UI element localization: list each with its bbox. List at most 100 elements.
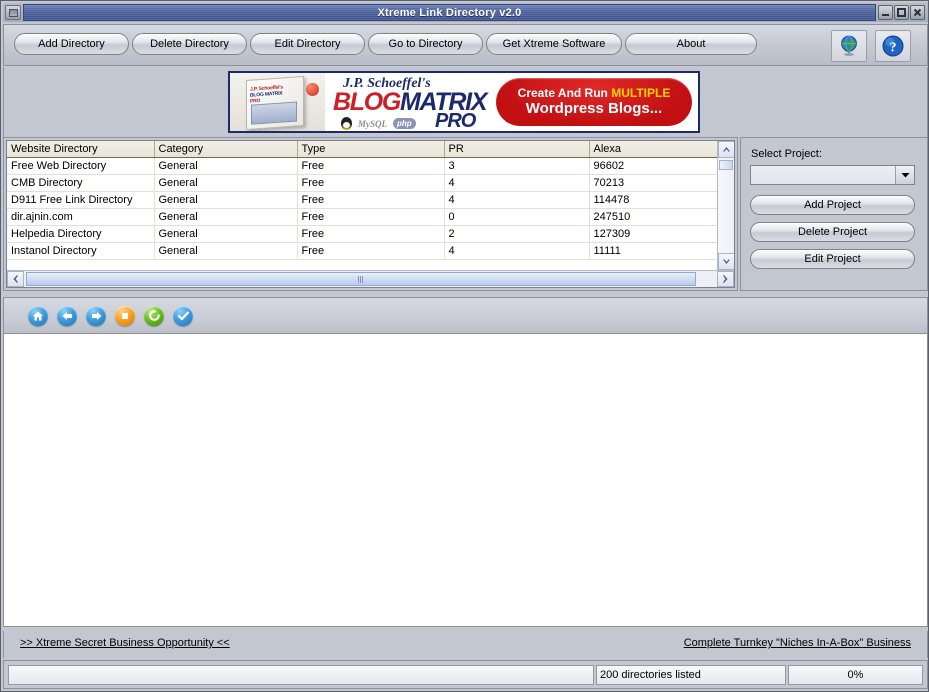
table-cell: D911 Free Link Directory — [7, 191, 155, 209]
banner-cta-line2: Wordpress Blogs... — [525, 100, 663, 117]
scroll-right-button[interactable] — [717, 271, 734, 287]
forward-icon — [91, 311, 101, 320]
table-cell: 11111 — [589, 242, 720, 260]
table-cell: Free — [297, 242, 445, 260]
scroll-up-button[interactable] — [718, 141, 734, 158]
maximize-icon — [897, 8, 906, 17]
column-header-1[interactable]: Category — [154, 141, 298, 158]
refresh-button[interactable] — [144, 305, 164, 326]
get-xtreme-software-button[interactable]: Get Xtreme Software — [486, 33, 622, 55]
banner-cta-line1: Create And Run MULTIPLE — [518, 86, 671, 100]
project-select-value — [751, 166, 895, 184]
table-cell: 114478 — [589, 191, 720, 209]
project-panel: Select Project: Add Project Delete Proje… — [740, 137, 928, 291]
system-menu-button[interactable] — [5, 5, 21, 20]
edit-project-button[interactable]: Edit Project — [750, 249, 915, 269]
table-cell: 0 — [444, 208, 590, 226]
add-directory-button[interactable]: Add Directory — [14, 33, 129, 55]
column-header-2[interactable]: Type — [297, 141, 445, 158]
project-select[interactable] — [750, 165, 915, 185]
directory-table-panel: Website Directory Category Type PR Alexa Fre… — [3, 137, 738, 291]
scroll-thumb-grip — [358, 275, 364, 283]
banner-cta-line1-text: Create And Run — [517, 86, 612, 100]
table-cell: General — [154, 225, 298, 243]
banner-brand-blog: BLOG — [333, 88, 401, 116]
minimize-icon — [882, 14, 889, 16]
table-cell: General — [154, 174, 298, 192]
table-row[interactable]: D911 Free Link Directory General Free 4 1144… — [7, 191, 720, 209]
vertical-scroll-thumb[interactable] — [719, 160, 733, 170]
back-button[interactable] — [57, 305, 77, 326]
advertisement-banner[interactable]: J.P. Schoeffel's BLOG MATRIX PRO J.P. Sc… — [228, 71, 700, 133]
table-cell: 4 — [444, 242, 590, 260]
close-button[interactable] — [910, 5, 925, 20]
table-cell: dir.ajnin.com — [7, 208, 155, 226]
table-row[interactable]: Free Web Directory General Free 3 96602 — [7, 157, 720, 175]
table-cell: General — [154, 191, 298, 209]
status-progress: 0% — [788, 664, 923, 685]
go-to-directory-button[interactable]: Go to Directory — [368, 33, 483, 55]
home-icon — [33, 311, 43, 320]
column-header-0[interactable]: Website Directory — [7, 141, 155, 158]
chevron-up-icon — [723, 147, 730, 152]
browser-content-area[interactable] — [4, 334, 927, 626]
table-body: Free Web Directory General Free 3 96602 CMB D… — [7, 157, 720, 260]
table-cell: General — [154, 208, 298, 226]
chevron-down-icon — [723, 259, 730, 264]
xtreme-opportunity-link[interactable]: >> Xtreme Secret Business Opportunity << — [20, 637, 230, 649]
select-project-label: Select Project: — [751, 148, 822, 160]
add-project-button[interactable]: Add Project — [750, 195, 915, 215]
status-bar: 200 directories listed 0% — [3, 660, 928, 689]
window-controls — [878, 5, 925, 20]
table-cell: General — [154, 242, 298, 260]
refresh-icon — [148, 309, 160, 321]
banner-cta-pill: Create And Run MULTIPLE Wordpress Blogs.… — [496, 78, 692, 126]
close-icon — [913, 8, 922, 17]
product-box-badge — [306, 83, 319, 96]
table-cell: Free — [297, 191, 445, 209]
window-title: Xtreme Link Directory v2.0 — [377, 6, 522, 19]
banner-cta-highlight: MULTIPLE — [611, 86, 671, 100]
scroll-down-button[interactable] — [718, 253, 734, 270]
edit-directory-button[interactable]: Edit Directory — [250, 33, 365, 55]
check-icon — [177, 310, 189, 320]
maximize-button[interactable] — [894, 5, 909, 20]
minimize-button[interactable] — [878, 5, 893, 20]
column-header-4[interactable]: Alexa — [589, 141, 720, 158]
application-window: Xtreme Link Directory v2.0 Add Directory… — [0, 0, 929, 692]
globe-button[interactable] — [831, 30, 867, 62]
table-cell: Helpedia Directory — [7, 225, 155, 243]
grid-body-wrapper: Website Directory Category Type PR Alexa Fre… — [7, 141, 734, 270]
title-strip: Xtreme Link Directory v2.0 — [23, 4, 876, 21]
delete-directory-button[interactable]: Delete Directory — [132, 33, 247, 55]
table-cell: 4 — [444, 174, 590, 192]
main-toolbar: Add Directory Delete Directory Edit Dire… — [3, 24, 928, 66]
banner-area: J.P. Schoeffel's BLOG MATRIX PRO J.P. Sc… — [3, 67, 928, 137]
table-cell: Free — [297, 225, 445, 243]
about-button[interactable]: About — [625, 33, 757, 55]
table-header-row: Website Directory Category Type PR Alexa — [7, 141, 720, 158]
niches-in-a-box-link[interactable]: Complete Turnkey "Niches In-A-Box" Busin… — [684, 637, 911, 649]
table-row[interactable]: CMB Directory General Free 4 70213 — [7, 174, 720, 192]
table-cell: Free — [297, 174, 445, 192]
project-select-arrow[interactable] — [895, 166, 914, 184]
table-cell: 2 — [444, 225, 590, 243]
column-header-3[interactable]: PR — [444, 141, 590, 158]
table-row[interactable]: Instanol Directory General Free 4 11111 — [7, 242, 720, 260]
help-button[interactable]: ? — [875, 30, 911, 62]
table-vertical-scrollbar[interactable] — [717, 141, 734, 270]
table-row[interactable]: Helpedia Directory General Free 2 127309 — [7, 225, 720, 243]
forward-button[interactable] — [86, 305, 106, 326]
table-cell: CMB Directory — [7, 174, 155, 192]
table-cell: General — [154, 157, 298, 175]
table-row[interactable]: dir.ajnin.com General Free 0 247510 — [7, 208, 720, 226]
home-button[interactable] — [28, 305, 48, 326]
stop-button[interactable] — [115, 305, 135, 326]
directory-table: Website Directory Category Type PR Alexa Fre… — [7, 141, 720, 260]
table-horizontal-scrollbar[interactable] — [7, 270, 734, 287]
horizontal-scroll-thumb[interactable] — [26, 272, 696, 286]
delete-project-button[interactable]: Delete Project — [750, 222, 915, 242]
go-button[interactable] — [173, 305, 193, 326]
table-cell: 96602 — [589, 157, 720, 175]
scroll-left-button[interactable] — [7, 271, 24, 287]
